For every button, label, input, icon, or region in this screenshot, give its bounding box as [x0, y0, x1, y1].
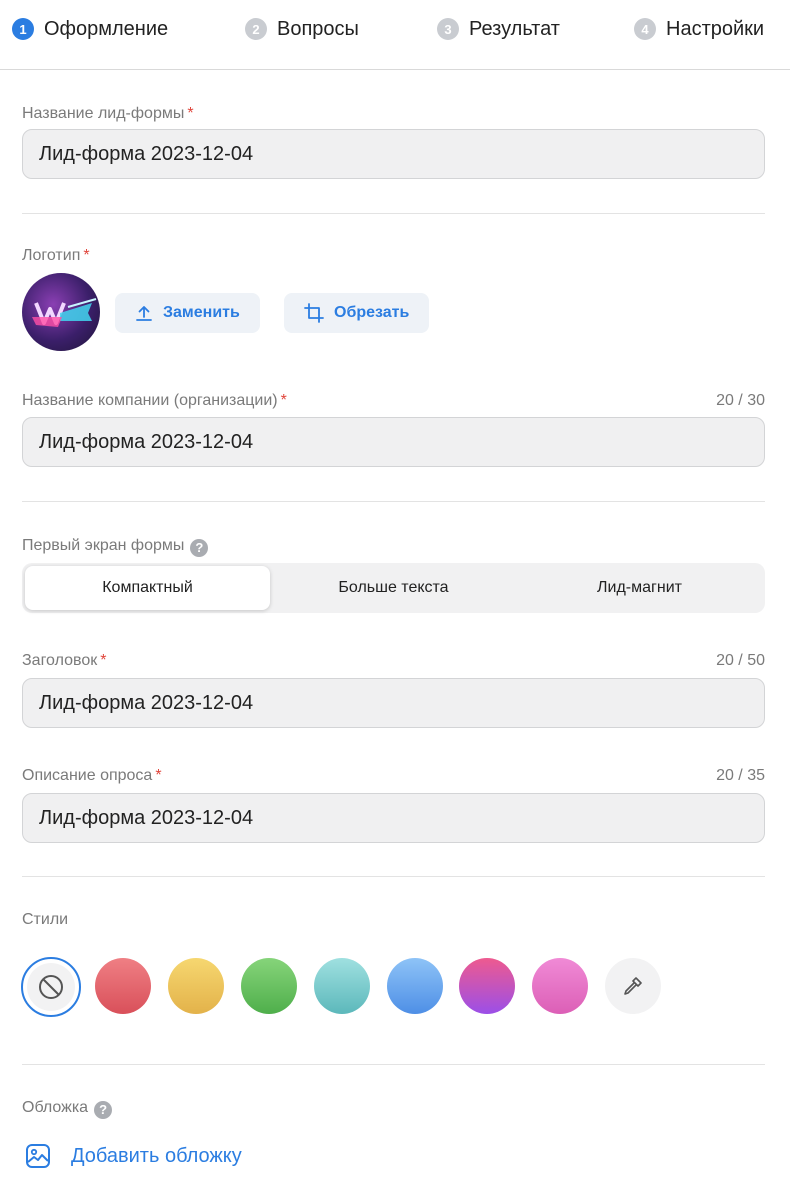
company-name-label: Название компании (организации) * [22, 392, 287, 410]
step-design[interactable]: 1 Оформление [12, 16, 168, 42]
style-swatch-teal[interactable] [314, 958, 370, 1014]
heading-counter: 20 / 50 [716, 652, 765, 669]
first-screen-option-more-text[interactable]: Больше текста [271, 566, 516, 610]
form-name-label: Название лид-формы * [22, 105, 194, 123]
first-screen-option-compact[interactable]: Компактный [25, 566, 270, 610]
step-number: 2 [245, 18, 267, 40]
add-cover-button[interactable]: Добавить обложку [25, 1143, 242, 1169]
eyedropper-icon [624, 977, 642, 995]
no-style-icon [27, 963, 75, 1011]
cover-label-text: Обложка [22, 1099, 89, 1116]
replace-logo-button[interactable]: Заменить [115, 293, 260, 333]
divider [22, 876, 765, 877]
step-number: 3 [437, 18, 459, 40]
step-number: 1 [12, 18, 34, 40]
add-cover-label: Добавить обложку [71, 1144, 242, 1167]
form-name-input[interactable] [22, 129, 765, 179]
first-screen-label: Первый экран формы? [22, 537, 209, 557]
step-settings[interactable]: 4 Настройки [634, 16, 764, 42]
style-swatch-pink[interactable] [532, 958, 588, 1014]
logo-image [22, 273, 100, 351]
replace-logo-label: Заменить [163, 304, 240, 321]
first-screen-label-text: Первый экран формы [22, 537, 185, 554]
logo-label: Логотип * [22, 247, 90, 265]
style-none-swatch[interactable] [21, 957, 81, 1017]
upload-icon [136, 306, 152, 321]
step-result[interactable]: 3 Результат [437, 16, 560, 42]
crop-icon [304, 303, 324, 323]
description-label-text: Описание опроса [22, 767, 153, 784]
divider [22, 501, 765, 502]
company-name-input[interactable] [22, 417, 765, 467]
required-mark: * [280, 392, 287, 409]
heading-label-text: Заголовок [22, 652, 98, 669]
heading-label: Заголовок * [22, 652, 106, 670]
step-label: Результат [469, 17, 560, 40]
description-counter: 20 / 35 [716, 767, 765, 784]
custom-color-picker[interactable] [605, 958, 661, 1014]
required-mark: * [155, 767, 162, 784]
description-label: Описание опроса * [22, 767, 162, 785]
required-mark: * [100, 652, 107, 669]
required-mark: * [83, 247, 90, 264]
first-screen-option-lead-magnet[interactable]: Лид-магнит [517, 566, 762, 610]
step-number: 4 [634, 18, 656, 40]
step-label: Вопросы [277, 17, 359, 40]
help-icon[interactable]: ? [190, 539, 209, 557]
logo-graphic [32, 298, 97, 327]
steps-bar: 1 Оформление 2 Вопросы 3 Результат 4 Нас… [0, 0, 790, 70]
divider [22, 213, 765, 214]
required-mark: * [187, 105, 194, 122]
company-name-label-text: Название компании (организации) [22, 392, 278, 409]
crop-logo-button[interactable]: Обрезать [284, 293, 430, 333]
style-swatch-red[interactable] [95, 958, 151, 1014]
heading-input[interactable] [22, 678, 765, 728]
company-name-counter: 20 / 30 [716, 392, 765, 409]
image-icon [26, 1144, 50, 1168]
style-swatch-yellow[interactable] [168, 958, 224, 1014]
help-icon[interactable]: ? [94, 1101, 113, 1119]
styles-label: Стили [22, 911, 69, 928]
logo-label-text: Логотип [22, 247, 81, 264]
first-screen-switch: Компактный Больше текста Лид-магнит [22, 563, 765, 613]
step-label: Настройки [666, 17, 765, 40]
cover-label: Обложка? [22, 1099, 113, 1119]
step-questions[interactable]: 2 Вопросы [245, 16, 359, 42]
style-swatch-green[interactable] [241, 958, 297, 1014]
style-swatch-blue[interactable] [387, 958, 443, 1014]
description-input[interactable] [22, 793, 765, 843]
style-swatch-purple[interactable] [459, 958, 515, 1014]
crop-logo-label: Обрезать [334, 304, 410, 321]
step-label: Оформление [44, 17, 169, 40]
divider [22, 1064, 765, 1065]
form-name-label-text: Название лид-формы [22, 105, 185, 122]
